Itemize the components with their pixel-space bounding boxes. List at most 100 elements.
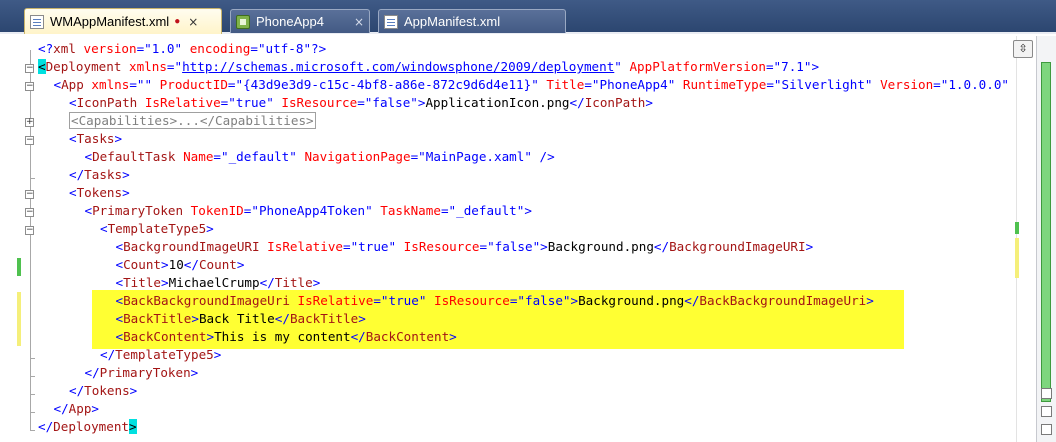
code-token: IsRelative <box>289 293 374 308</box>
code-token: Version <box>872 77 934 92</box>
code-line[interactable]: </Tasks> <box>69 166 130 184</box>
code-token: " <box>864 77 873 92</box>
tab-appmanifest[interactable]: AppManifest.xml <box>378 9 566 33</box>
code-token: " <box>524 149 532 164</box>
code-line[interactable]: </PrimaryToken> <box>85 364 199 382</box>
close-tab-button[interactable]: × <box>188 15 198 29</box>
code-line[interactable]: <BackContent>This is my content</BackCon… <box>116 328 457 346</box>
code-token: BackBackgroundImageUri <box>699 293 867 308</box>
code-line[interactable]: <BackTitle>Back Title</BackTitle> <box>116 310 366 328</box>
split-window-button[interactable]: ⇳ <box>1013 40 1033 58</box>
code-line[interactable]: <?xml version="1.0" encoding="utf-8"?> <box>38 40 326 58</box>
code-token: < <box>69 95 77 110</box>
code-line[interactable]: </Deployment> <box>38 418 137 436</box>
code-token: PrimaryToken <box>92 203 184 218</box>
code-token: "> <box>562 293 579 308</box>
code-token: </ <box>350 329 366 344</box>
collapse-icon[interactable]: − <box>25 208 34 217</box>
collapse-icon[interactable]: − <box>25 82 34 91</box>
code-line[interactable]: <TemplateType5> <box>100 220 214 238</box>
code-token: " <box>266 95 274 110</box>
code-token: PrimaryToken <box>99 365 191 380</box>
code-line[interactable]: <Title>MichaelCrump</Title> <box>116 274 321 292</box>
code-token: > <box>206 221 214 236</box>
code-token: IsRelative <box>259 239 343 254</box>
code-token: " <box>1001 77 1010 92</box>
collapse-icon[interactable]: − <box>25 64 34 73</box>
tab-wmappmanifest[interactable]: WMAppManifest.xml ● × <box>24 8 222 34</box>
xml-file-icon <box>384 14 398 29</box>
code-token: =" <box>227 77 244 92</box>
code-token: AppPlatformVersion <box>621 59 766 74</box>
code-token: "> <box>532 239 548 254</box>
code-token: Tokens <box>84 383 130 398</box>
code-token: > <box>358 311 366 326</box>
code-token: " <box>289 149 297 164</box>
tab-phoneapp4[interactable]: PhoneApp4 × <box>230 9 370 33</box>
code-token: =" <box>766 77 782 92</box>
code-line[interactable]: <Count>10</Count> <box>116 256 245 274</box>
code-line[interactable]: </App> <box>54 400 100 418</box>
collapse-icon[interactable]: − <box>25 190 34 199</box>
code-line[interactable]: <BackBackgroundImageUri IsRelative="true… <box>116 292 874 310</box>
code-token: "> <box>410 95 426 110</box>
saved-change-marker <box>17 258 21 276</box>
collapse-icon[interactable]: − <box>25 226 34 235</box>
code-token: " <box>303 41 312 56</box>
code-token: false <box>372 95 411 110</box>
tab-label: AppManifest.xml <box>404 14 501 29</box>
scrollbar-change-marker <box>1015 238 1019 278</box>
code-line[interactable]: <Deployment xmlns="http://schemas.micros… <box>38 58 819 76</box>
code-token: PhoneApp4Token <box>258 203 366 218</box>
vertical-scrollbar[interactable] <box>1016 36 1037 442</box>
expand-icon[interactable]: + <box>25 118 34 127</box>
code-line[interactable]: <Tasks> <box>69 130 122 148</box>
code-token: Deployment <box>45 59 122 74</box>
code-token: < <box>115 311 124 326</box>
code-token: < <box>115 239 124 254</box>
overview-box-icon[interactable] <box>1041 388 1052 399</box>
code-token: xml <box>53 41 76 56</box>
code-token: BackContent <box>123 329 207 344</box>
code-line[interactable]: <IconPath IsRelative="true" IsResource="… <box>69 94 653 112</box>
code-token: TemplateType5 <box>115 347 214 362</box>
code-token: > <box>645 95 653 110</box>
code-token: > <box>190 365 199 380</box>
outline-guide <box>30 50 31 430</box>
code-line[interactable]: <DefaultTask Name="_default" NavigationP… <box>85 148 555 166</box>
code-line[interactable]: <Tokens> <box>69 184 130 202</box>
code-token: </ <box>684 293 700 308</box>
close-tab-button[interactable]: × <box>354 15 364 29</box>
code-token: =" <box>440 203 457 218</box>
code-token: < <box>53 77 62 92</box>
code-token: <Capabilities>...</Capabilities> <box>69 112 316 129</box>
code-token: Count <box>198 257 237 272</box>
overview-box-icon[interactable] <box>1041 424 1052 435</box>
code-line[interactable]: <App xmlns="" ProductID="{43d9e3d9-c15c-… <box>54 76 1010 94</box>
collapse-icon[interactable]: − <box>25 136 34 145</box>
code-line[interactable]: <Capabilities>...</Capabilities> <box>69 112 316 130</box>
code-token: </ <box>259 275 275 290</box>
code-token: IsResource <box>396 239 480 254</box>
code-token: > <box>129 419 137 434</box>
code-token: App <box>61 77 84 92</box>
code-token: < <box>115 329 124 344</box>
unsaved-indicator-icon: ● <box>174 16 181 27</box>
code-editor[interactable]: <?xml version="1.0" encoding="utf-8"?> <D… <box>38 40 1016 440</box>
code-line[interactable]: </TemplateType5> <box>100 346 221 364</box>
code-token: 1.0.0.0 <box>948 77 1002 92</box>
code-token: _default <box>456 203 517 218</box>
code-token: < <box>115 293 124 308</box>
code-line[interactable]: <BackgroundImageURI IsRelative="true" Is… <box>116 238 814 256</box>
code-line[interactable]: <PrimaryToken TokenID="PhoneApp4Token" T… <box>85 202 532 220</box>
code-token: =" <box>410 149 426 164</box>
overview-box-icon[interactable] <box>1041 406 1052 417</box>
code-token: </ <box>653 239 670 254</box>
overview-margin <box>1036 36 1056 442</box>
code-token: > <box>161 275 169 290</box>
code-token: Tasks <box>84 167 123 182</box>
tab-label: WMAppManifest.xml <box>50 14 170 29</box>
overview-indicator <box>1041 62 1051 402</box>
code-line[interactable]: </Tokens> <box>69 382 137 400</box>
code-token: DefaultTask <box>92 149 176 164</box>
